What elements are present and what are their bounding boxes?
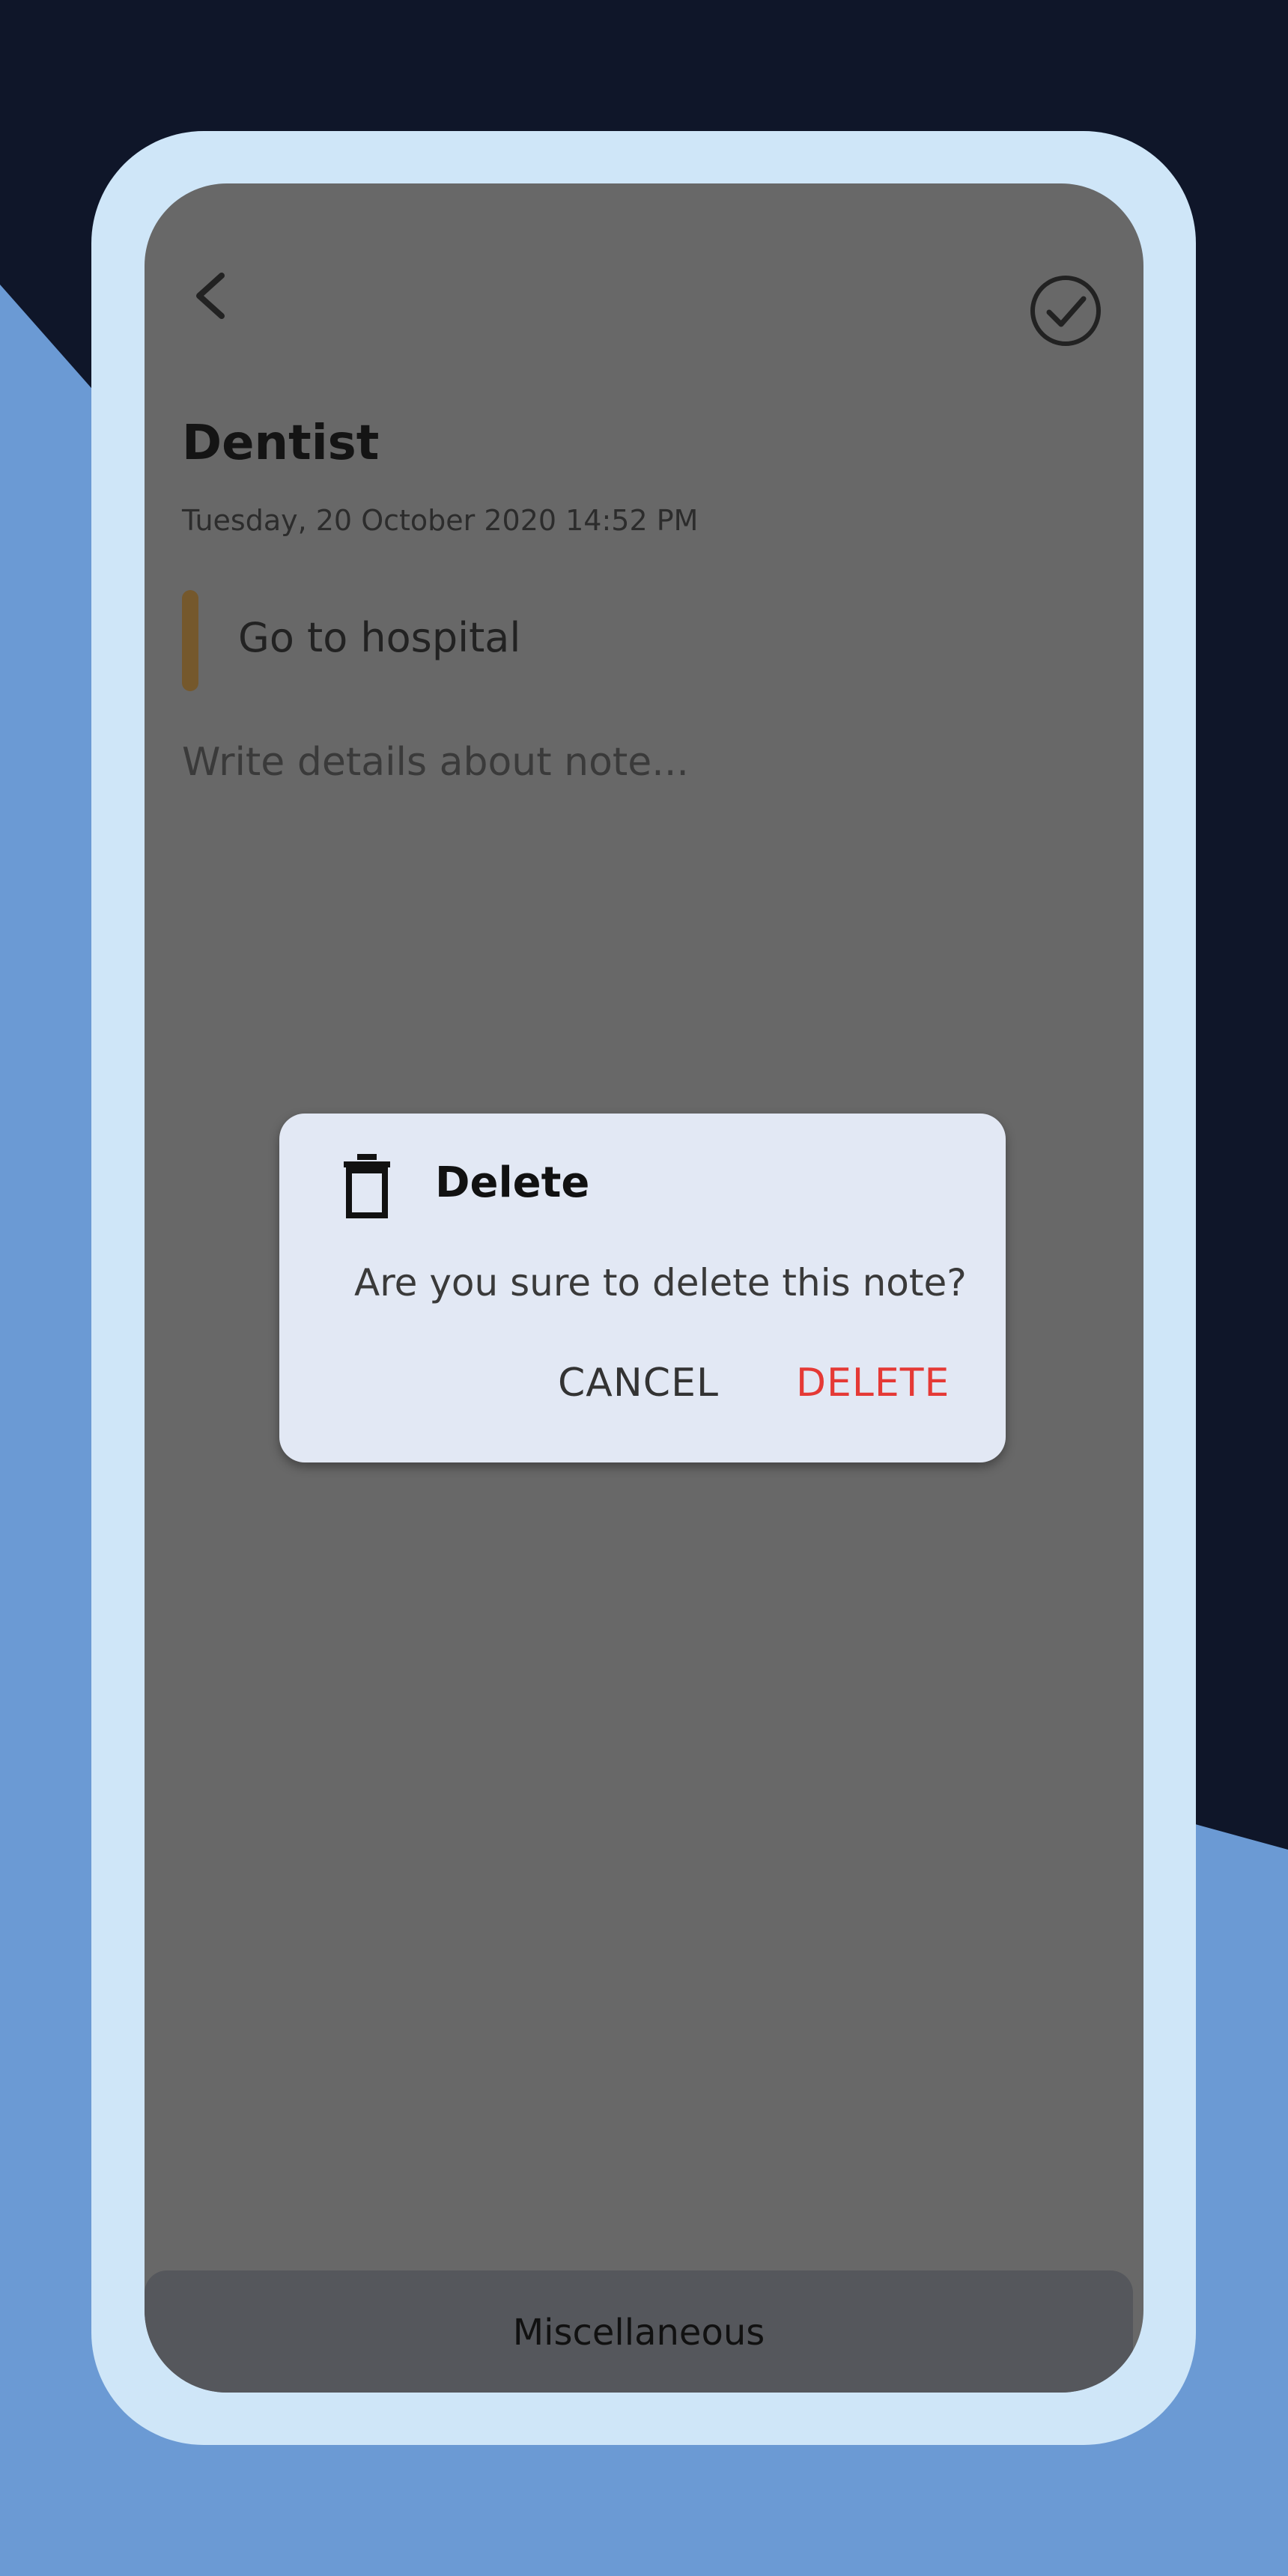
delete-button[interactable]: DELETE [796, 1361, 950, 1406]
note-date: Tuesday, 20 October 2020 14:52 PM [182, 504, 699, 537]
trash-icon [344, 1154, 390, 1218]
note-subtitle-row[interactable]: Go to hospital [182, 590, 1081, 691]
note-editor-screen: Dentist Tuesday, 20 October 2020 14:52 P… [145, 183, 1143, 2393]
delete-dialog: Delete Are you sure to delete this note?… [279, 1114, 1006, 1462]
note-subtitle[interactable]: Go to hospital [238, 614, 520, 661]
note-title[interactable]: Dentist [182, 416, 379, 471]
back-icon[interactable] [178, 262, 246, 329]
subtitle-indicator [182, 590, 198, 691]
check-circle-icon[interactable] [1028, 273, 1103, 348]
category-bar[interactable]: Miscellaneous [145, 2270, 1133, 2393]
dialog-message: Are you sure to delete this note? [354, 1261, 967, 1304]
category-label: Miscellaneous [512, 2312, 765, 2354]
note-details-input[interactable]: Write details about note... [182, 740, 689, 785]
cancel-button[interactable]: CANCEL [558, 1361, 719, 1406]
dialog-title: Delete [435, 1158, 590, 1207]
